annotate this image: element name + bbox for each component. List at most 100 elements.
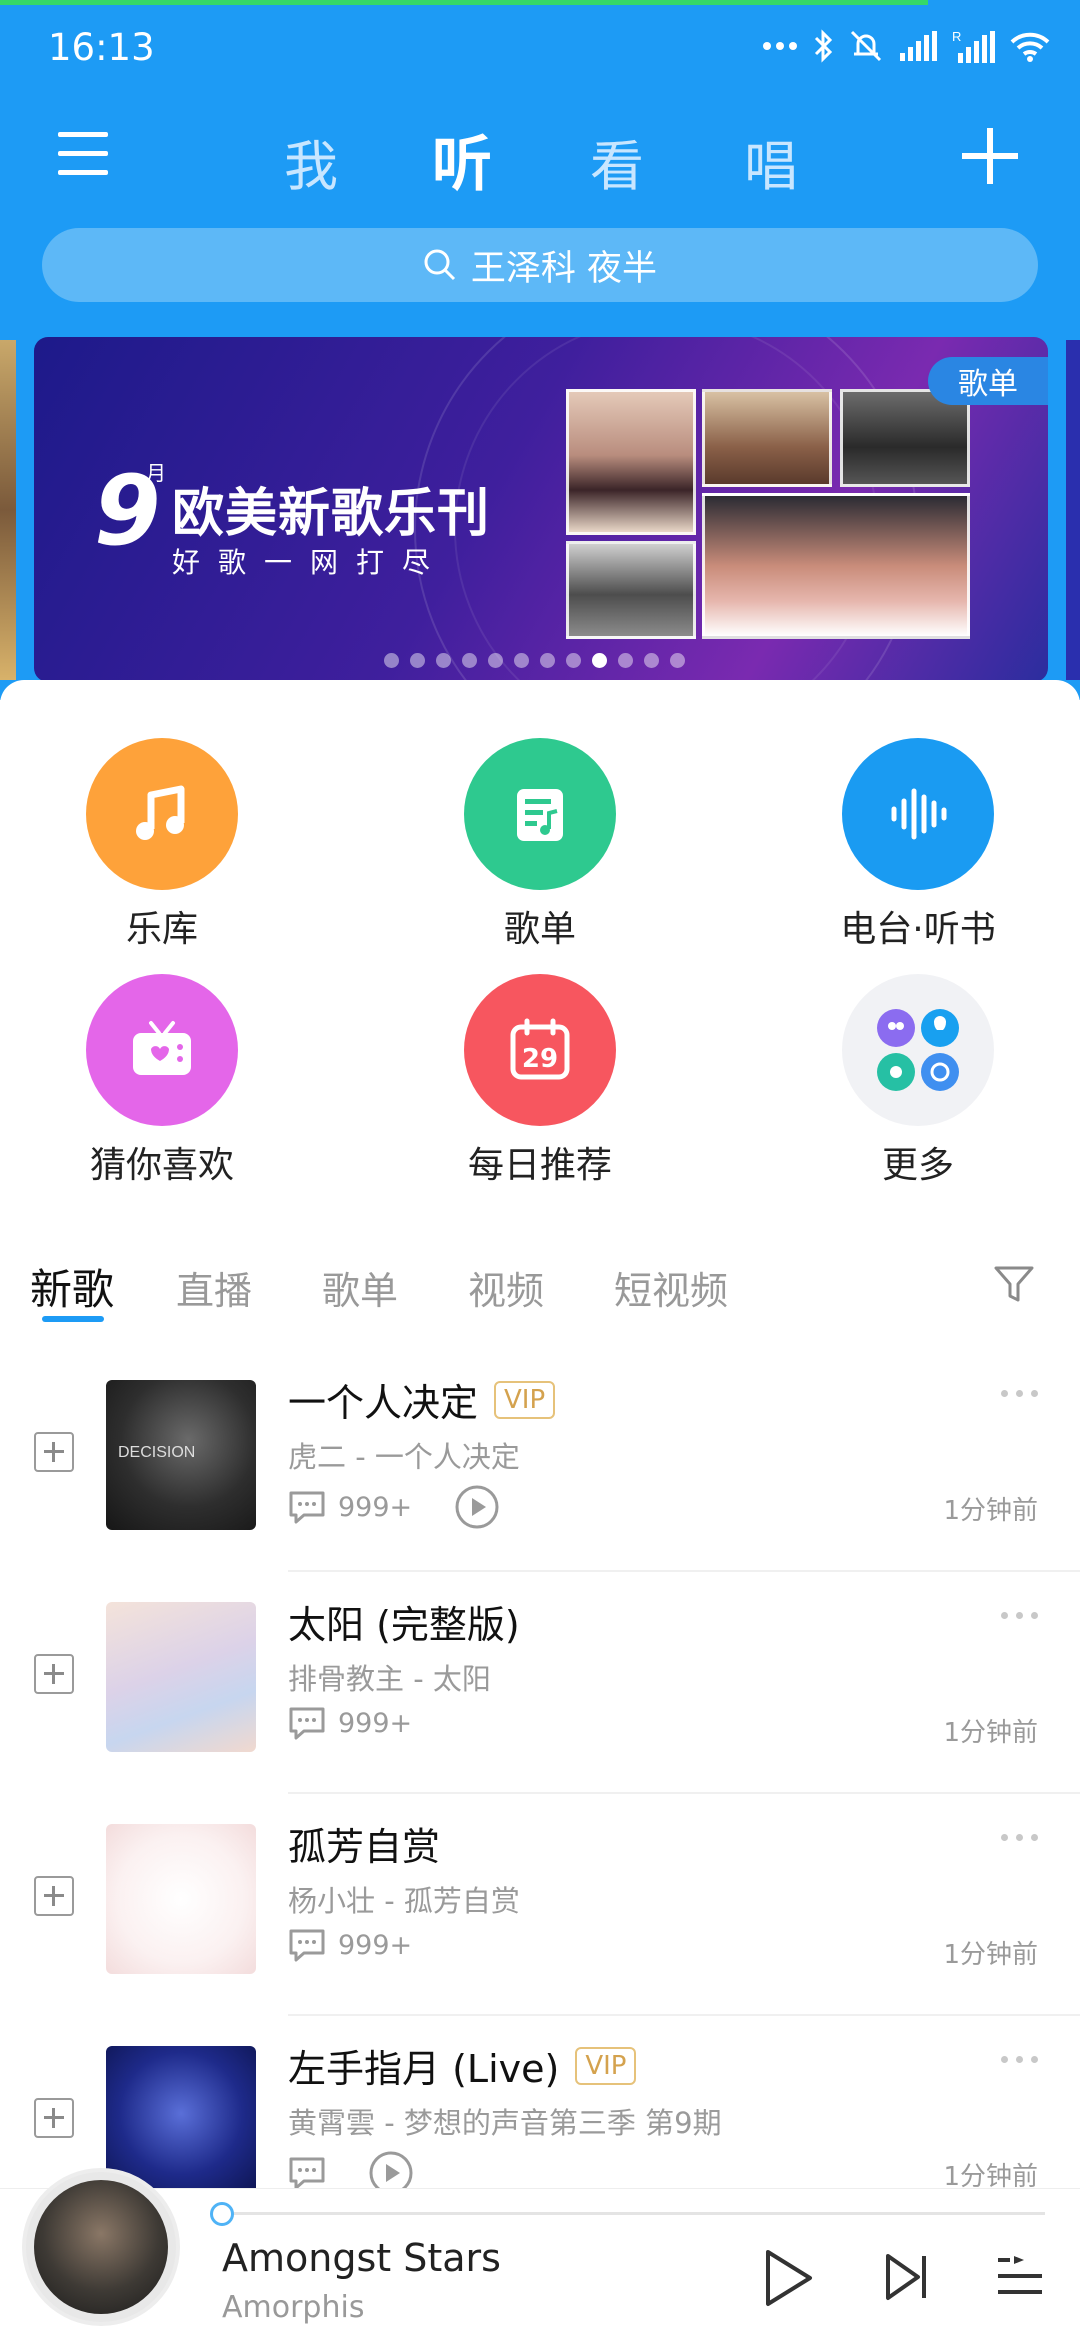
song-time: 1分钟前 [943,1718,1038,1748]
add-to-playlist-icon[interactable] [34,2098,74,2138]
song-meta: 999+ [288,1706,412,1740]
song-meta: 999+ [288,1928,412,1962]
comment-count: 999+ [338,1707,413,1739]
status-time: 16:13 [48,26,155,69]
entry-label: 歌单 [503,909,576,950]
song-meta: 999+ [288,1484,500,1530]
song-title: 孤芳自赏 [288,1825,441,1869]
song-title: 左手指月 (Live) [288,2047,560,2091]
search-bar[interactable]: 王泽科 夜半 [42,228,1038,302]
playlist-queue-icon[interactable] [996,2254,1044,2300]
song-title-line: 太阳 (完整版) [288,1594,520,1649]
song-title-line: 一个人决定 VIP [288,1372,556,1427]
song-artist: 排骨教主 - 太阳 [288,1662,491,1696]
add-to-playlist-icon[interactable] [34,1432,74,1472]
add-to-playlist-icon[interactable] [34,1876,74,1916]
song-artist: 杨小壮 - 孤芳自赏 [288,1884,520,1918]
comment-count: 999+ [338,1491,413,1523]
add-icon[interactable] [962,128,1018,184]
player-progress-track[interactable] [220,2212,1045,2215]
entry-label: 猜你喜欢 [89,1145,234,1186]
pagination-dot [644,653,659,668]
menu-icon[interactable] [58,132,114,176]
promo-banner[interactable]: 9 月 欧美新歌乐刊 好歌一网打尽 歌单 [34,337,1048,682]
comment-icon[interactable] [288,2156,326,2190]
entry-library[interactable]: 乐库 [42,738,282,952]
banner-month: 月 [146,461,166,485]
svg-text:R: R [952,29,961,44]
song-cover: DECISION [106,1380,256,1530]
banner-artist-photo [566,389,696,535]
comment-icon[interactable] [288,1706,326,1740]
banner-pagination [384,653,685,668]
more-dots-icon [763,42,797,50]
song-time: 1分钟前 [943,1940,1038,1970]
banner-artist-photo [702,493,970,639]
entry-label: 更多 [881,1145,954,1186]
pagination-dot [670,653,685,668]
song-row[interactable]: DECISION 一个人决定 VIP 虎二 - 一个人决定 999+ 1分钟前 [0,1350,1080,1572]
song-cover [106,2046,256,2196]
tab-me[interactable]: 我 [284,122,338,201]
next-track-icon[interactable] [884,2252,930,2302]
banner-artist-photo [702,389,832,487]
search-icon [424,249,455,281]
vip-badge: VIP [575,2046,637,2085]
player-album-art[interactable] [26,2172,176,2322]
song-time: 1分钟前 [943,1496,1038,1526]
bluetooth-icon [814,29,833,63]
music-note-icon [86,738,238,890]
tab-sing[interactable]: 唱 [744,122,798,201]
mv-play-icon[interactable] [454,1484,500,1530]
mute-bell-icon [850,30,882,62]
comment-icon[interactable] [288,1928,326,1962]
banner-title: 欧美新歌乐刊 [172,484,491,544]
entry-radio-audiobooks[interactable]: 电台·听书 [798,738,1038,952]
pagination-dot [566,653,581,668]
pagination-dot [436,653,451,668]
entry-playlists[interactable]: 歌单 [420,738,660,952]
song-title-line: 左手指月 (Live) VIP [288,2038,637,2093]
tab-playlists[interactable]: 歌单 [322,1260,398,1315]
banner-prev-peek[interactable] [0,340,16,680]
entry-daily-picks[interactable]: 29 每日推荐 [420,974,660,1188]
banner-tag: 歌单 [928,357,1048,405]
pagination-dot [488,653,503,668]
entry-more[interactable]: 更多 [798,974,1038,1188]
more-options-icon[interactable] [1001,2056,1038,2063]
signal-roaming-icon: R [952,29,995,63]
banner-subtitle: 好歌一网打尽 [172,546,449,579]
song-row[interactable]: 孤芳自赏 杨小壮 - 孤芳自赏 999+ 1分钟前 [0,1794,1080,2016]
pagination-dot [540,653,555,668]
more-apps-icon [842,974,994,1126]
tab-new-songs[interactable]: 新歌 [30,1256,114,1317]
song-title: 一个人决定 [288,1381,479,1425]
song-cover [106,1602,256,1752]
more-options-icon[interactable] [1001,1612,1038,1619]
filter-icon[interactable] [992,1262,1036,1306]
play-icon[interactable] [760,2248,816,2308]
banner-next-peek[interactable] [1066,340,1080,680]
player-progress-knob[interactable] [210,2202,234,2226]
song-row[interactable]: 太阳 (完整版) 排骨教主 - 太阳 999+ 1分钟前 [0,1572,1080,1794]
add-to-playlist-icon[interactable] [34,1654,74,1694]
vip-badge: VIP [494,1380,556,1419]
pagination-dot [514,653,529,668]
song-artist: 黄霄雲 - 梦想的声音第三季 第9期 [288,2106,722,2140]
playlist-icon [464,738,616,890]
more-options-icon[interactable] [1001,1834,1038,1841]
comment-icon[interactable] [288,1490,326,1524]
player-artist: Amorphis [222,2290,365,2325]
tab-indicator [42,1316,104,1322]
tab-videos[interactable]: 视频 [468,1260,544,1315]
tab-short-videos[interactable]: 短视频 [614,1260,728,1315]
banner-artist-photo [566,541,696,639]
tab-live[interactable]: 直播 [176,1260,252,1315]
entry-guess-you-like[interactable]: 猜你喜欢 [42,974,282,1188]
calendar-day: 29 [522,1044,558,1074]
tab-listen[interactable]: 听 [432,116,492,203]
more-options-icon[interactable] [1001,1390,1038,1397]
entry-label: 每日推荐 [467,1145,612,1186]
tab-watch[interactable]: 看 [590,122,644,201]
comment-count: 999+ [338,1929,413,1961]
